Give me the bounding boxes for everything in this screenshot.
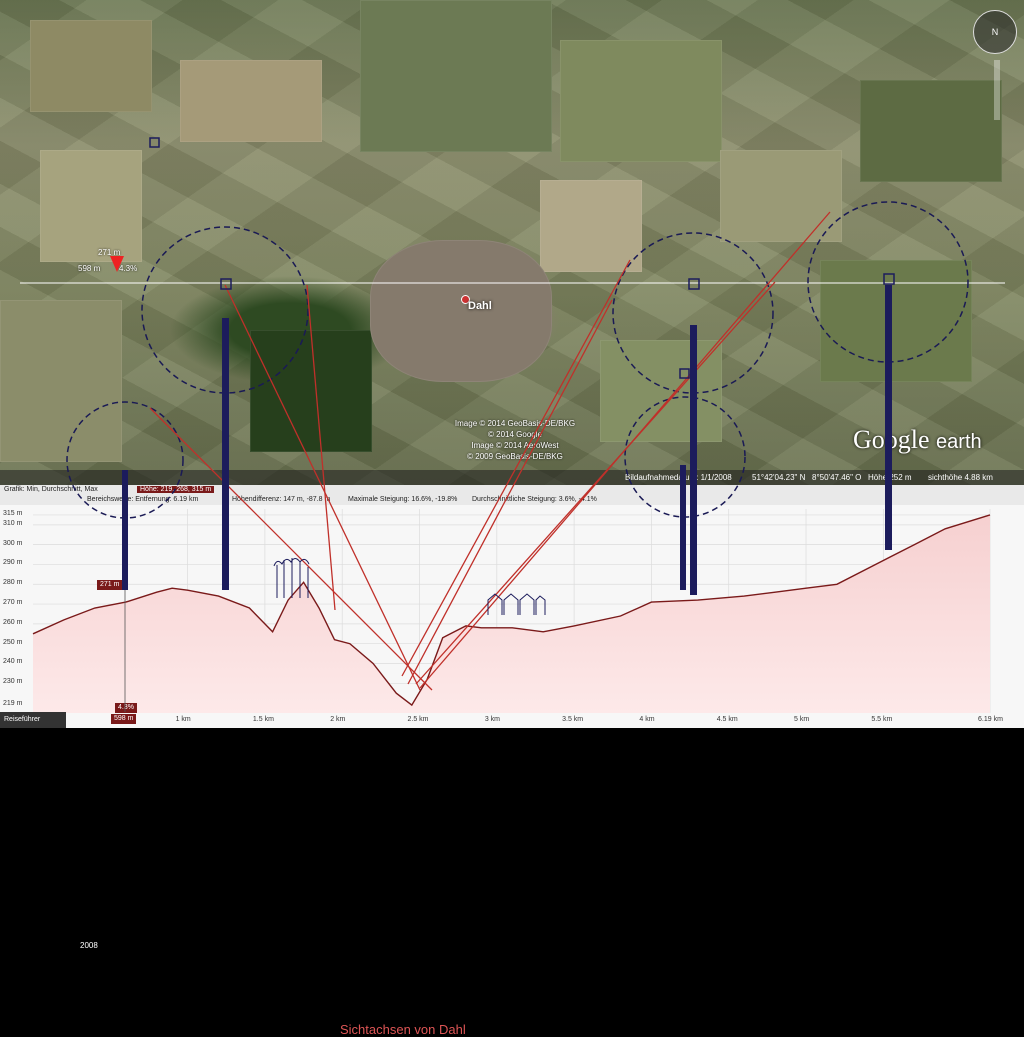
y-tick-label: 270 m — [3, 599, 23, 607]
map-field — [0, 300, 122, 462]
y-tick-label: 240 m — [3, 658, 23, 666]
zoom-slider[interactable] — [994, 60, 1000, 120]
longitude: 8°50'47.46" O — [812, 473, 862, 482]
y-tick-label: 310 m — [3, 519, 23, 527]
eye-altitude: sichthöhe 4.88 km — [928, 473, 993, 482]
logo-main: Google — [853, 425, 930, 454]
map-field — [820, 260, 972, 382]
info-avg-slope: Durchschnittliche Steigung: 3.6%, -4.1% — [472, 496, 597, 503]
x-tick-label: 4.5 km — [716, 716, 738, 723]
marker-distance: 598 m — [78, 264, 101, 273]
y-tick-label: 230 m — [3, 678, 23, 686]
y-tick-label: 290 m — [3, 559, 23, 567]
cursor-value: 271 m — [97, 580, 123, 590]
y-tick-label: 315 m — [3, 509, 23, 517]
compass-icon[interactable]: N — [973, 10, 1017, 54]
y-tick-label: 250 m — [3, 638, 23, 646]
x-tick-label: 2 km — [330, 716, 346, 723]
map-field — [560, 40, 722, 162]
x-tick-label: 5 km — [794, 716, 810, 723]
elevation-chart[interactable] — [0, 505, 1024, 728]
map-field — [180, 60, 322, 142]
map-field — [720, 150, 842, 242]
x-tick-label: 6.19 km — [978, 716, 1003, 723]
copyright-line: © 2009 GeoBasis-DE/BKG — [467, 452, 563, 461]
map-field — [40, 150, 142, 262]
copyright-line: Image © 2014 AeroWest — [471, 441, 559, 450]
info-max-slope: Maximale Steigung: 16.6%, -19.8% — [348, 496, 458, 503]
tour-guide-button[interactable]: Reiseführer — [0, 712, 66, 728]
satellite-map[interactable] — [0, 0, 1024, 485]
imagery-date: Bildaufnahmedatum: 1/1/2008 — [625, 473, 732, 482]
elevation-profile-panel[interactable]: Grafik: Min, Durchschnitt, Max Höhe: 219… — [0, 485, 1024, 1037]
google-earth-logo: Google earth — [853, 425, 982, 455]
x-tick-label: 2.5 km — [407, 716, 429, 723]
copyright-line: © 2014 Google — [488, 430, 542, 439]
map-field — [360, 0, 552, 152]
village-area — [370, 240, 552, 382]
x-tick-label: 1.5 km — [252, 716, 274, 723]
status-bar: 2008 Bildaufnahmedatum: 1/1/2008 51°42'0… — [0, 470, 1024, 950]
cursor-grade: 4.3% — [115, 703, 137, 713]
forest-area — [250, 330, 372, 452]
latitude: 51°42'04.23" N — [752, 473, 806, 482]
y-tick-label: 280 m — [3, 579, 23, 587]
elevation: Höhe 252 m — [868, 473, 912, 482]
map-field — [30, 20, 152, 112]
info-graph-label: Grafik: Min, Durchschnitt, Max — [4, 486, 98, 493]
imagery-year[interactable]: 2008 — [80, 941, 98, 950]
town-label: Dahl — [468, 300, 492, 312]
copyright-line: Image © 2014 GeoBasis-DE/BKG — [454, 419, 576, 428]
info-height-highlight[interactable]: Höhe: 219, 268, 315 m — [137, 486, 215, 493]
x-tick-label: 1 km — [175, 716, 191, 723]
x-tick-label: 3.5 km — [562, 716, 584, 723]
x-tick-label: 3 km — [484, 716, 500, 723]
x-tick-label: 5.5 km — [871, 716, 893, 723]
copyright-notice: Image © 2014 GeoBasis-DE/BKG © 2014 Goog… — [430, 418, 600, 462]
y-tick-label: 219 m — [3, 700, 23, 708]
profile-info-bar: Grafik: Min, Durchschnitt, Max Höhe: 219… — [0, 485, 1024, 505]
position-arrow-icon[interactable] — [110, 256, 124, 272]
cursor-distance: 598 m — [111, 714, 137, 724]
logo-sub: earth — [936, 431, 982, 453]
map-field — [600, 340, 722, 442]
y-tick-label: 300 m — [3, 539, 23, 547]
map-field — [860, 80, 1002, 182]
map-field — [540, 180, 642, 272]
info-height-diff: Höhendifferenz: 147 m, -87.8 m — [232, 496, 331, 503]
sightline-annotation: Sichtachsen von Dahl — [340, 1022, 466, 1037]
info-range-distance: Bereichswerte: Entfernung: 6.19 km — [87, 496, 199, 503]
x-tick-label: 4 km — [639, 716, 655, 723]
y-tick-label: 260 m — [3, 618, 23, 626]
